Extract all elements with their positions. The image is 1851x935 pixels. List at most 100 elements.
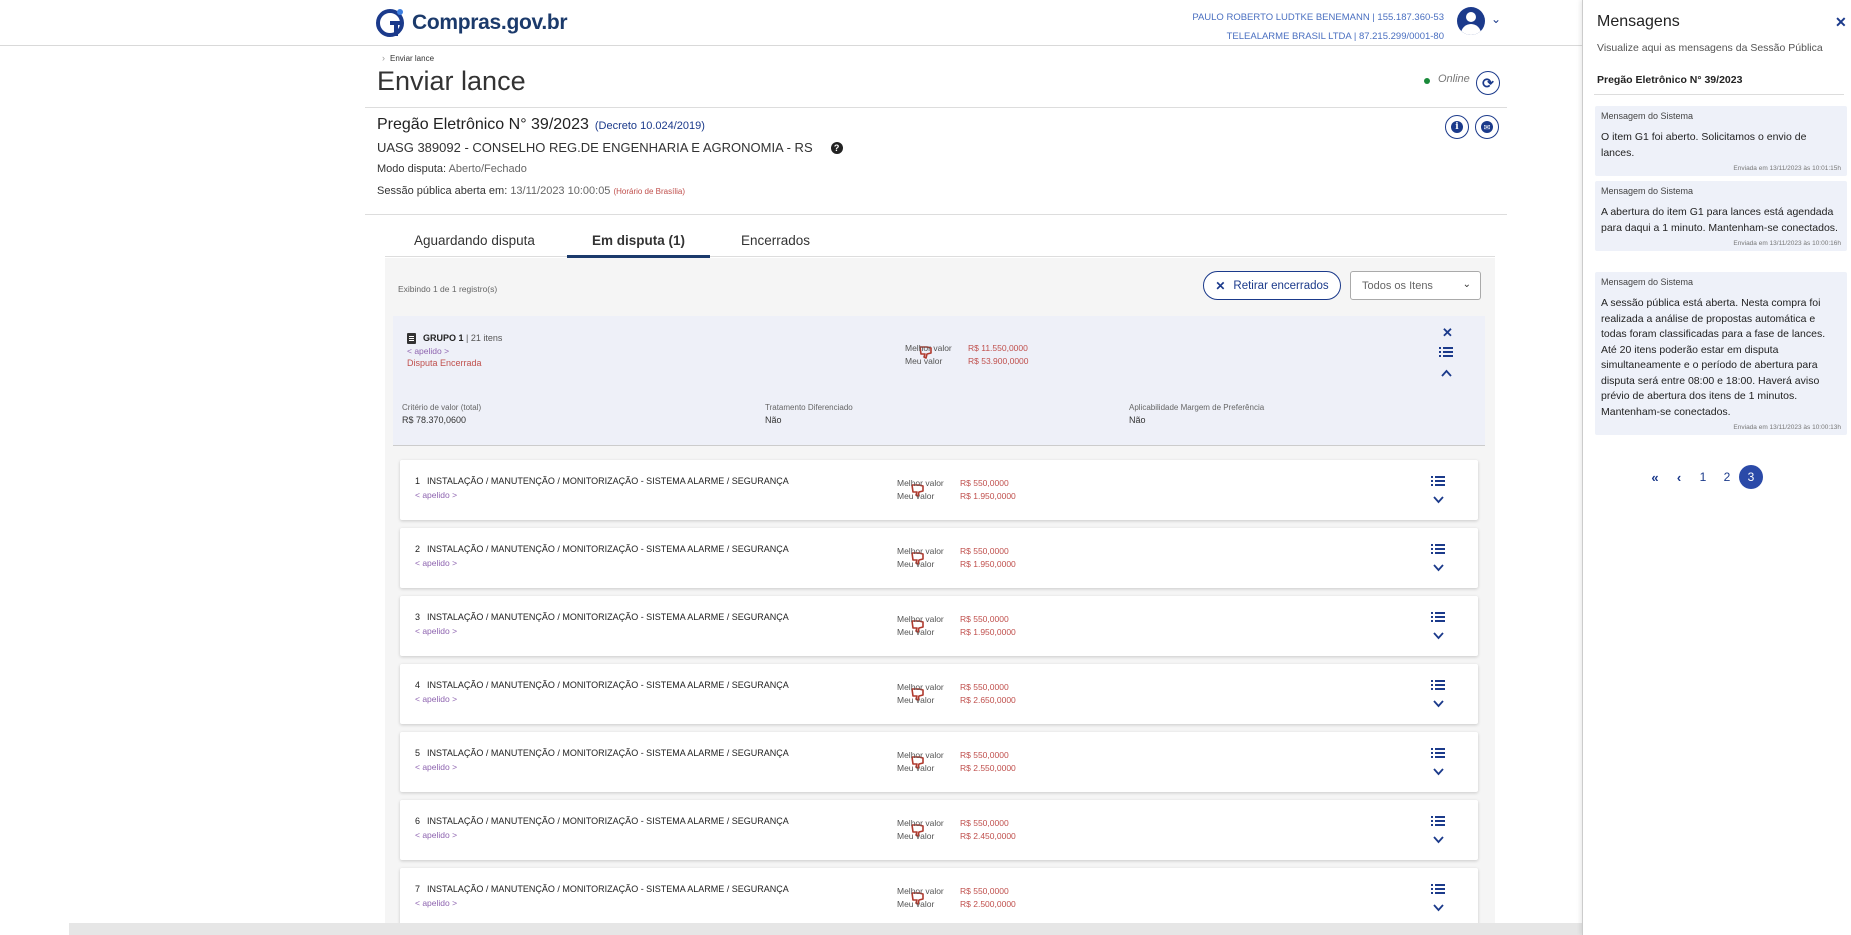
page-1-button[interactable]: 1 — [1691, 465, 1715, 489]
group-close-button[interactable]: ✕ — [1442, 325, 1453, 341]
item-number: 4 — [415, 680, 421, 690]
refresh-button[interactable]: ⟳ — [1476, 71, 1500, 95]
expand-chevron-down-icon[interactable] — [1433, 700, 1444, 711]
item-description: INSTALAÇÃO / MANUTENÇÃO / MONITORIZAÇÃO … — [427, 476, 789, 486]
message-head: Mensagem do Sistema — [1601, 111, 1694, 121]
item-card[interactable]: 2 INSTALAÇÃO / MANUTENÇÃO / MONITORIZAÇÃO… — [400, 528, 1478, 588]
item-card[interactable]: 3 INSTALAÇÃO / MANUTENÇÃO / MONITORIZAÇÃO… — [400, 596, 1478, 656]
item-number: 1 — [415, 476, 421, 486]
item-number: 5 — [415, 748, 421, 758]
messages-panel: Mensagens ✕ Visualize aqui as mensagens … — [1582, 0, 1851, 935]
list-check-icon — [1431, 680, 1445, 691]
group-card: GRUPO 1 | 21 itens < apelido > Disputa E… — [393, 316, 1485, 446]
tab-encerrados[interactable]: Encerrados — [741, 233, 810, 257]
info-button[interactable]: i — [1445, 115, 1469, 139]
item-apelido: < apelido > — [415, 694, 458, 704]
list-check-icon — [1439, 347, 1453, 358]
tab-em-disputa[interactable]: Em disputa (1) — [567, 233, 710, 258]
item-list-button[interactable] — [1431, 816, 1445, 827]
message-time: Enviada em 13/11/2023 às 10:00:16h — [1733, 240, 1841, 247]
horizontal-scrollbar[interactable] — [69, 923, 1582, 935]
expand-chevron-down-icon[interactable] — [1433, 836, 1444, 847]
item-values: Melhor valor R$ 550,0000 Meu valor R$ 2.450… — [897, 817, 1016, 843]
user-menu-chevron-icon[interactable]: ⌄ — [1491, 12, 1501, 26]
melhor-value: R$ 11.550,0000 — [968, 343, 1028, 353]
pregao-number: Pregão Eletrônico N° 39/2023 — [377, 116, 589, 133]
meu-value: R$ 2.500,0000 — [960, 899, 1016, 909]
item-list-button[interactable] — [1431, 680, 1445, 691]
sessao-publica: Sessão pública aberta em: 13/11/2023 10:… — [377, 185, 685, 197]
tab-aguardando-disputa[interactable]: Aguardando disputa — [414, 233, 535, 257]
group-apelido: < apelido > — [407, 346, 450, 356]
item-values: Melhor valor R$ 550,0000 Meu valor R$ 2.500… — [897, 885, 1016, 911]
item-list-button[interactable] — [1431, 476, 1445, 487]
compras-logo-icon — [376, 9, 404, 37]
mail-icon: ✉ — [1481, 121, 1493, 133]
page-2-button[interactable]: 2 — [1715, 465, 1739, 489]
message-time: Enviada em 13/11/2023 às 10:01:15h — [1733, 165, 1841, 172]
item-number: 6 — [415, 816, 421, 826]
meu-value: R$ 53.900,0000 — [968, 356, 1029, 366]
chevron-down-icon: ⌄ — [1462, 279, 1471, 290]
expand-chevron-down-icon[interactable] — [1433, 904, 1444, 915]
expand-chevron-down-icon[interactable] — [1433, 496, 1444, 507]
user-info: PAULO ROBERTO LUDTKE BENEMANN | 155.187.… — [1192, 8, 1444, 46]
messages-pregao: Pregão Eletrônico N° 39/2023 — [1597, 74, 1743, 86]
retirar-label: Retirar encerrados — [1233, 279, 1329, 292]
item-description: INSTALAÇÃO / MANUTENÇÃO / MONITORIZAÇÃO … — [427, 816, 789, 826]
filter-value: Todos os Itens — [1362, 279, 1433, 292]
prev-page-button[interactable]: ‹ — [1667, 465, 1691, 489]
item-list-button[interactable] — [1431, 544, 1445, 555]
close-messages-button[interactable]: ✕ — [1835, 14, 1847, 31]
logo-text: Compras.gov.br — [412, 11, 568, 34]
first-page-button[interactable]: « — [1643, 465, 1667, 489]
item-card[interactable]: 6 INSTALAÇÃO / MANUTENÇÃO / MONITORIZAÇÃO… — [400, 800, 1478, 860]
melhor-value: R$ 550,0000 — [960, 478, 1009, 488]
expand-chevron-down-icon[interactable] — [1433, 564, 1444, 575]
meu-label: Meu valor — [897, 695, 935, 705]
tratamento-value: Não — [765, 415, 782, 425]
list-check-icon — [1431, 544, 1445, 555]
item-card[interactable]: 1 INSTALAÇÃO / MANUTENÇÃO / MONITORIZAÇÃO… — [400, 460, 1478, 520]
modo-label: Modo disputa: — [377, 163, 447, 175]
melhor-label: Melhor valor — [897, 886, 944, 896]
avatar-icon[interactable] — [1457, 7, 1485, 35]
item-values: Melhor valor R$ 550,0000 Meu valor R$ 1.950… — [897, 477, 1016, 503]
expand-chevron-down-icon[interactable] — [1433, 632, 1444, 643]
item-title: 7 INSTALAÇÃO / MANUTENÇÃO / MONITORIZAÇÃO… — [415, 884, 789, 894]
item-number: 2 — [415, 544, 421, 554]
help-icon[interactable]: ? — [830, 141, 843, 154]
meu-label: Meu valor — [897, 899, 935, 909]
messages-button[interactable]: ✉ — [1475, 115, 1499, 139]
message-time: Enviada em 13/11/2023 às 10:00:13h — [1733, 424, 1841, 431]
item-description: INSTALAÇÃO / MANUTENÇÃO / MONITORIZAÇÃO … — [427, 544, 789, 554]
retirar-encerrados-button[interactable]: ✕ Retirar encerrados — [1203, 271, 1341, 300]
records-count: Exibindo 1 de 1 registro(s) — [398, 284, 498, 294]
sessao-value: 13/11/2023 10:00:05 — [510, 185, 611, 197]
melhor-value: R$ 550,0000 — [960, 546, 1009, 556]
expand-chevron-down-icon[interactable] — [1433, 768, 1444, 779]
group-count: | 21 itens — [466, 333, 503, 343]
group-name: GRUPO 1 — [423, 333, 464, 343]
message-body: A abertura do item G1 para lances está a… — [1601, 206, 1838, 234]
item-card[interactable]: 4 INSTALAÇÃO / MANUTENÇÃO / MONITORIZAÇÃO… — [400, 664, 1478, 724]
breadcrumb: › Enviar lance — [382, 53, 434, 63]
meu-label: Meu valor — [897, 831, 935, 841]
pregao-decreto: (Decreto 10.024/2019) — [594, 120, 705, 132]
compras-logo[interactable]: Compras.gov.br — [374, 4, 568, 42]
group-values: Melhor valor R$ 11.550,0000 Meu valor R$ 5… — [905, 342, 1029, 368]
items-filter-select[interactable]: Todos os Itens ⌄ — [1350, 271, 1481, 300]
messages-subtitle: Visualize aqui as mensagens da Sessão Pú… — [1597, 42, 1823, 54]
item-list-button[interactable] — [1431, 884, 1445, 895]
item-list-button[interactable] — [1431, 748, 1445, 759]
page-3-button[interactable]: 3 — [1739, 465, 1763, 489]
margem-value: Não — [1129, 415, 1146, 425]
online-dot-icon — [1424, 78, 1430, 84]
group-list-button[interactable] — [1439, 347, 1453, 358]
item-card[interactable]: 7 INSTALAÇÃO / MANUTENÇÃO / MONITORIZAÇÃO… — [400, 868, 1478, 928]
item-list-button[interactable] — [1431, 612, 1445, 623]
collapse-chevron-up-icon[interactable] — [1441, 368, 1452, 380]
message-body: O item G1 foi aberto. Solicitamos o envi… — [1601, 131, 1807, 159]
clipboard-icon — [407, 333, 416, 344]
item-card[interactable]: 5 INSTALAÇÃO / MANUTENÇÃO / MONITORIZAÇÃO… — [400, 732, 1478, 792]
